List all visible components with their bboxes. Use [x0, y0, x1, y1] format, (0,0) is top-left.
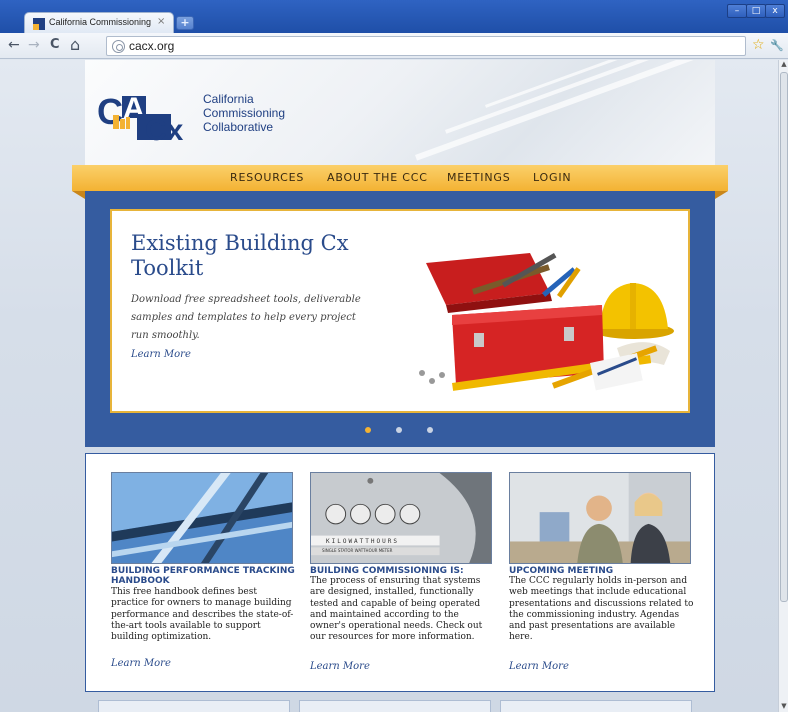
tab-close-icon[interactable]: ×: [157, 16, 165, 27]
vertical-scrollbar[interactable]: ▲ ▼: [778, 60, 788, 712]
feature-panel: BUILDING PERFORMANCE TRACKING HANDBOOK T…: [85, 453, 715, 692]
lower-section-box: [500, 700, 692, 712]
site-header: C A Cx C California Commissioning Collab…: [85, 60, 721, 165]
ribbon-fold-left: [72, 191, 85, 199]
nav-meetings[interactable]: MEETINGS: [447, 171, 511, 184]
feature-image-handbook: [111, 472, 293, 564]
org-name-line: Collaborative: [203, 120, 274, 134]
org-name-line: California: [203, 92, 254, 106]
header-decoration: [485, 60, 721, 108]
minimize-button[interactable]: –: [727, 4, 747, 18]
nav-bar: RESOURCES ABOUT THE CCC MEETINGS LOGIN: [72, 165, 728, 191]
feature-learn-more-link[interactable]: Learn More: [111, 658, 171, 669]
ribbon-fold-right: [715, 191, 728, 199]
scroll-thumb[interactable]: [780, 72, 788, 602]
carousel-dot-3[interactable]: [427, 427, 433, 433]
feature-title[interactable]: BUILDING COMMISSIONING IS:: [310, 566, 494, 576]
url-text: cacx.org: [129, 39, 175, 53]
nav-login[interactable]: LOGIN: [533, 171, 571, 184]
page-info-icon[interactable]: [112, 40, 125, 53]
feature-image-meeting: [509, 472, 691, 564]
nav-resources[interactable]: RESOURCES: [230, 171, 304, 184]
main-nav: RESOURCES ABOUT THE CCC MEETINGS LOGIN: [72, 165, 728, 199]
carousel-dot-2[interactable]: [396, 427, 402, 433]
meter-label: KILOWATTHOURS: [326, 538, 399, 545]
feature-learn-more-link[interactable]: Learn More: [310, 661, 370, 672]
svg-text:C: C: [145, 114, 167, 143]
feature-body: The CCC regularly holds in-person and we…: [509, 576, 694, 643]
lower-section-box: [98, 700, 290, 712]
wrench-menu-icon[interactable]: 🔧: [770, 38, 784, 54]
org-name: California Commissioning Collaborative: [203, 92, 323, 134]
ccc-logo[interactable]: C A Cx C: [97, 88, 197, 143]
back-icon[interactable]: ←: [8, 37, 20, 53]
lower-section-box: [299, 700, 491, 712]
carousel-dot-1[interactable]: [365, 427, 371, 433]
feature-body: This free handbook defines best practice…: [111, 587, 294, 643]
feature-body: The process of ensuring that systems are…: [310, 576, 483, 643]
maximize-button[interactable]: □: [746, 4, 766, 18]
bookmark-star-icon[interactable]: ☆: [752, 37, 765, 53]
address-bar[interactable]: cacx.org: [106, 36, 746, 56]
nav-about[interactable]: ABOUT THE CCC: [327, 171, 428, 184]
toolbox-image: [419, 253, 674, 391]
scroll-up-icon[interactable]: ▲: [780, 60, 788, 70]
feature-title[interactable]: UPCOMING MEETING: [509, 566, 693, 576]
feature-title[interactable]: BUILDING PERFORMANCE TRACKING HANDBOOK: [111, 566, 295, 586]
hero-learn-more-link[interactable]: Learn More: [131, 349, 191, 360]
forward-icon[interactable]: →: [28, 37, 40, 53]
tab-title: California Commissioning Collal: [49, 17, 153, 27]
feature-learn-more-link[interactable]: Learn More: [509, 661, 569, 672]
site-favicon-icon: [33, 18, 45, 30]
scroll-down-icon[interactable]: ▼: [780, 702, 788, 712]
hero-title: Existing Building Cx Toolkit: [131, 231, 349, 280]
browser-tab[interactable]: California Commissioning Collal ×: [24, 12, 174, 34]
browser-titlebar: California Commissioning Collal × + – □ …: [0, 0, 788, 34]
hero-slide: Existing Building Cx Toolkit Download fr…: [110, 209, 690, 413]
hero-description: Download free spreadsheet tools, deliver…: [131, 294, 361, 341]
home-icon[interactable]: ⌂: [70, 37, 80, 53]
reload-icon[interactable]: C: [50, 37, 60, 53]
hero-carousel: Existing Building Cx Toolkit Download fr…: [85, 191, 715, 447]
page-viewport: C A Cx C California Commissioning Collab…: [0, 60, 778, 712]
meter-sublabel: SINGLE STATOR WATTHOUR METER: [322, 548, 393, 553]
org-name-line: Commissioning: [203, 106, 286, 120]
close-window-button[interactable]: x: [765, 4, 785, 18]
svg-text:C: C: [97, 91, 123, 132]
browser-toolbar: ← → C ⌂ cacx.org ☆ 🔧: [0, 33, 788, 59]
new-tab-button[interactable]: +: [176, 16, 194, 30]
